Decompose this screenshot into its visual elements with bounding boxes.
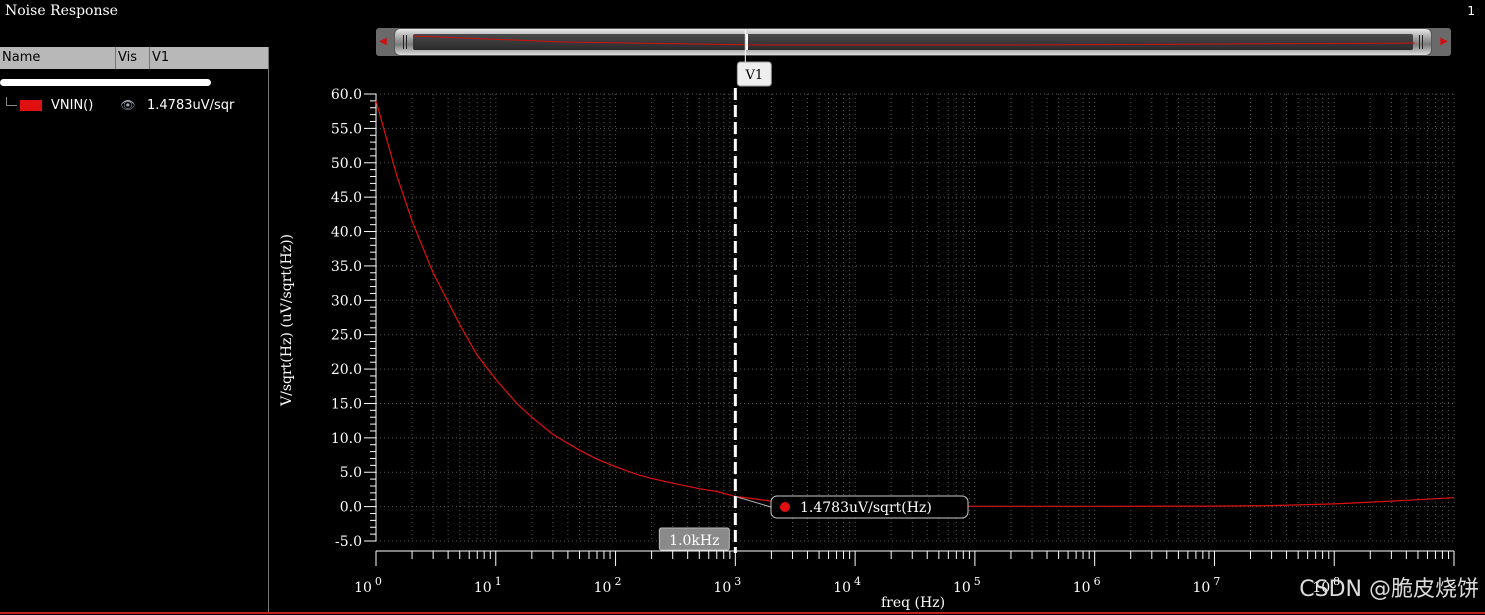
y-tick-label: 10.0 [331,431,362,447]
x-tick-label: 10 6 [1073,575,1101,596]
grid-layer [375,93,1455,542]
x-tick-label: 10 0 [354,575,382,596]
y-tick-label: 60.0 [331,87,362,103]
x-tick-label: 10 2 [594,575,622,596]
y-tick-label: 15.0 [331,396,362,412]
series-layer [375,100,1455,507]
y-tick-label: 45.0 [331,190,362,206]
y-tick-label: 25.0 [331,328,362,344]
x-tick-label: 10 4 [833,575,861,596]
x-tick-label: 10 3 [713,575,741,596]
marker-v1-readout-text: 1.4783uV/sqrt(Hz) [800,500,932,516]
y-tick-label: 55.0 [331,121,362,137]
x-tick-label: 10 7 [1193,575,1221,596]
x-axis-label: freq (Hz) [881,595,945,611]
y-tick-label: -5.0 [335,534,362,550]
marker-layer: V1 1.0kHz 1.4783uV/sqrt(Hz) [658,30,969,553]
y-tick-label: 40.0 [331,225,362,241]
y-axis-label: V/sqrt(Hz) (uV/sqrt(Hz)) [279,234,295,407]
axis-layer: -5.0 0.0 5.0 10.0 15.0 20.0 25.0 30.0 35.0 40.0 45… [331,87,1455,596]
y-tick-label: 20.0 [331,362,362,378]
watermark: CSDN @脆皮烧饼 [1299,577,1479,602]
y-tick-label: 35.0 [331,259,362,275]
x-tick-label: 10 1 [474,575,502,596]
y-tick-label: 5.0 [340,465,362,481]
x-tick-label: 10 5 [953,575,981,596]
marker-v1-readout-dot [780,502,790,512]
noise-response-plot[interactable]: -5.0 0.0 5.0 10.0 15.0 20.0 25.0 30.0 35.0 40.0 45… [0,0,1485,615]
marker-v1-x-label: 1.0kHz [669,533,719,549]
bottom-border [0,612,1485,614]
marker-v1-tag-label: V1 [744,68,763,83]
y-tick-label: 0.0 [340,500,362,516]
marker-v1-callout-line [735,495,772,508]
y-tick-label: 50.0 [331,156,362,172]
y-tick-label: 30.0 [331,293,362,309]
series-line-vnin [375,100,1455,507]
